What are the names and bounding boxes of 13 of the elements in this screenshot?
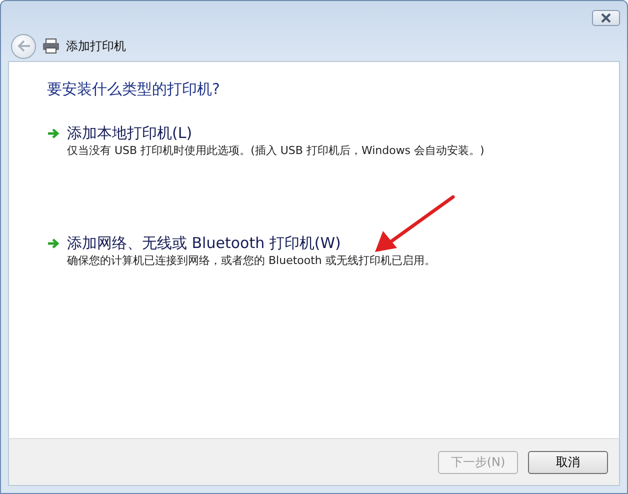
option-link[interactable]: 添加网络、无线或 Bluetooth 打印机(W) [67,233,436,253]
close-icon [600,13,612,23]
option-link[interactable]: 添加本地打印机(L) [67,123,484,143]
back-arrow-icon [16,40,30,52]
window-title: 添加打印机 [66,38,126,54]
dialog-button[interactable]: 取消 [528,450,608,474]
page-heading: 要安装什么类型的打印机? [47,80,221,99]
option-description: 仅当没有 USB 打印机时使用此选项。(插入 USB 打印机后，Windows 会自动安装。) [67,143,484,159]
arrow-icon [47,238,59,249]
arrow-icon [47,128,59,139]
printer-icon [42,38,60,54]
option-description: 确保您的计算机已连接到网络，或者您的 Bluetooth 或无线打印机已启用。 [67,253,436,269]
close-button[interactable] [592,10,620,26]
